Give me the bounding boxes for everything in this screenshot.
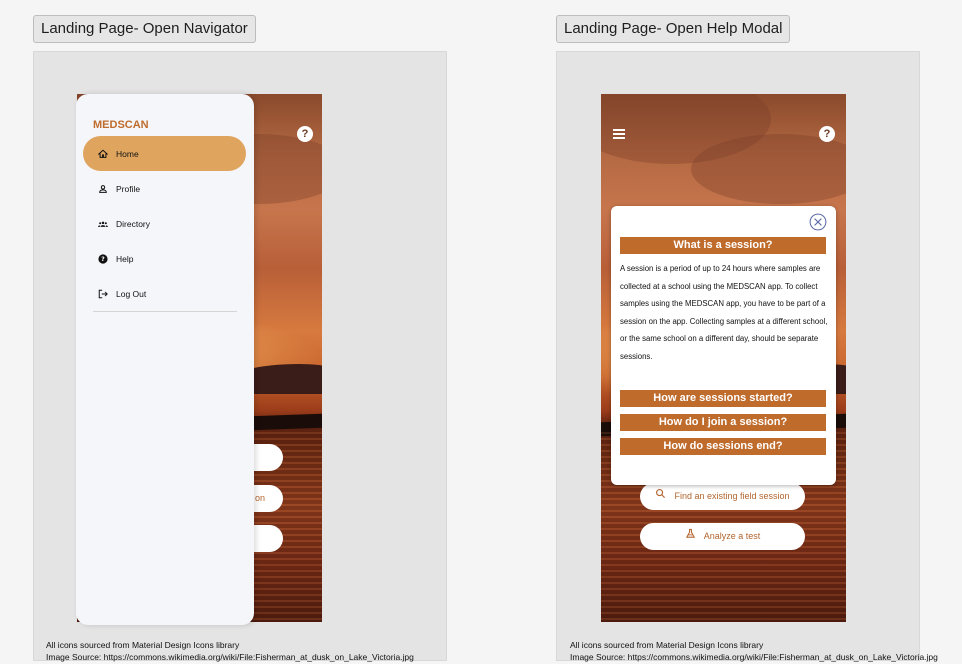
nav-item-profile[interactable]: Profile <box>83 171 246 206</box>
drawer-title: MEDSCAN <box>93 119 149 131</box>
nav-label: Log Out <box>116 288 147 299</box>
person-icon <box>98 184 108 194</box>
heading-how-started[interactable]: How are sessions started? <box>620 390 826 407</box>
menu-icon[interactable] <box>613 129 625 139</box>
help-button[interactable]: ? <box>297 126 313 142</box>
help-circle-icon: ? <box>98 253 108 264</box>
find-session-button[interactable]: Find an existing field session <box>640 483 805 510</box>
navigator-frame: ? on MEDSCAN Home Profile Directory ? He… <box>33 51 447 662</box>
image-source-credit: Image Source: https://commons.wikimedia.… <box>46 652 414 662</box>
drawer-divider <box>93 311 237 312</box>
group-icon <box>98 219 108 229</box>
nav-item-help[interactable]: ? Help <box>83 241 246 276</box>
nav-item-home[interactable]: Home <box>83 136 246 171</box>
close-icon[interactable] <box>809 213 827 231</box>
analyze-test-button[interactable]: Analyze a test <box>640 523 805 550</box>
image-source-credit: Image Source: https://commons.wikimedia.… <box>570 652 938 662</box>
analyze-test-label: Analyze a test <box>703 531 761 541</box>
heading-how-end[interactable]: How do sessions end? <box>620 438 826 455</box>
nav-label: Help <box>116 253 134 264</box>
nav-label: Directory <box>116 218 151 229</box>
nav-label: Profile <box>116 183 141 194</box>
home-icon <box>98 149 108 159</box>
phone-screen: ? Find an existing field session Analyze… <box>601 94 846 622</box>
nav-item-directory[interactable]: Directory <box>83 206 246 241</box>
heading-how-join[interactable]: How do I join a session? <box>620 414 826 431</box>
nav-label: Home <box>116 148 139 159</box>
navigation-drawer: MEDSCAN Home Profile Directory ? Help Lo… <box>76 94 254 625</box>
icons-credit: All icons sourced from Material Design I… <box>570 640 764 650</box>
help-modal: What is a session? A session is a period… <box>611 206 836 485</box>
nav-item-logout[interactable]: Log Out <box>83 276 246 311</box>
heading-what-is-session[interactable]: What is a session? <box>620 237 826 254</box>
find-session-label: Find an existing field session <box>674 491 790 501</box>
icons-credit: All icons sourced from Material Design I… <box>46 640 240 650</box>
find-session-label: on <box>254 493 265 503</box>
modal-body-text: A session is a period of up to 24 hours … <box>620 264 828 361</box>
logout-icon <box>98 289 108 299</box>
flask-icon <box>685 523 696 550</box>
frame-label-navigator: Landing Page- Open Navigator <box>33 15 256 43</box>
svg-text:?: ? <box>101 256 105 263</box>
frame-label-help-modal: Landing Page- Open Help Modal <box>556 15 791 43</box>
help-modal-frame: ? Find an existing field session Analyze… <box>556 51 938 662</box>
search-icon <box>655 483 666 510</box>
help-button[interactable]: ? <box>819 126 835 142</box>
cloud <box>691 134 846 204</box>
